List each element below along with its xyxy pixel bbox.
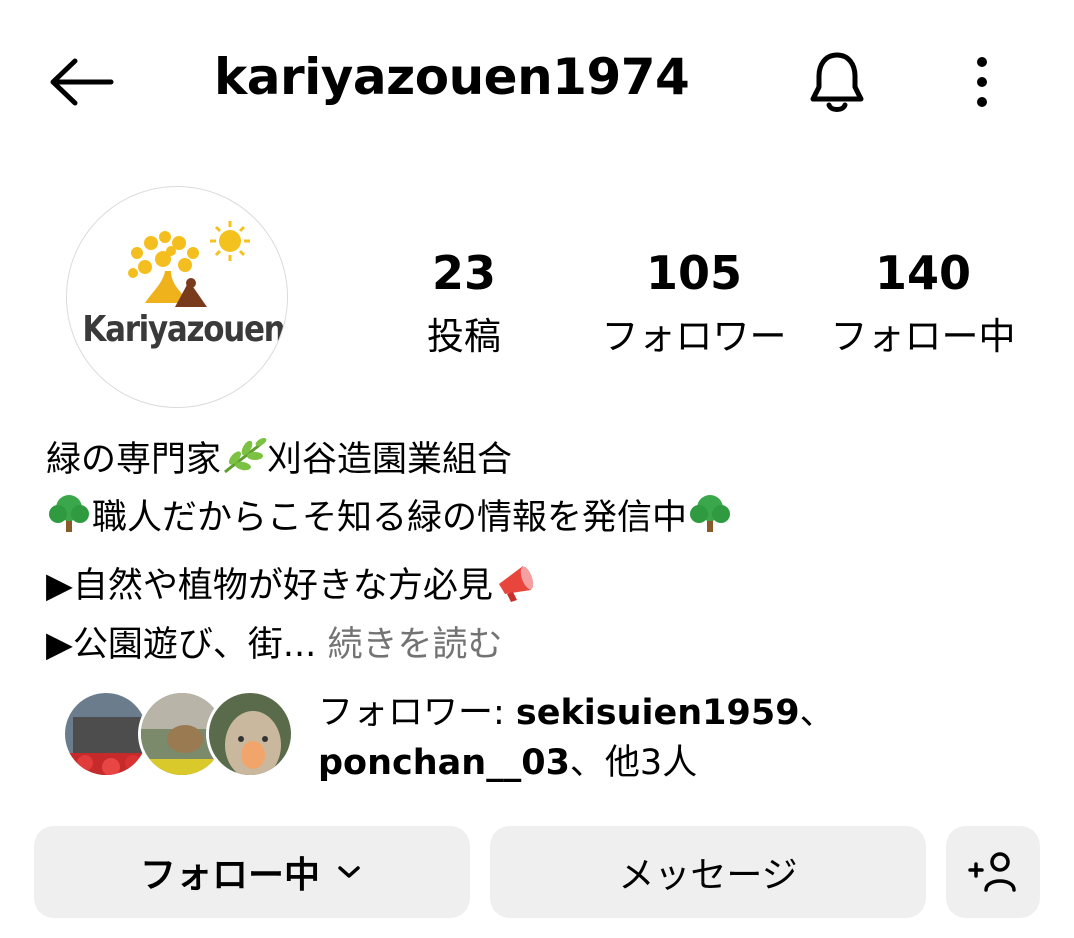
followed-by-prefix: フォロワー: — [318, 693, 516, 733]
followed-by-separator: 、 — [799, 693, 835, 733]
more-options-button[interactable] — [960, 50, 1004, 114]
followed-by-line-2[interactable]: ponchan__03、他3人 — [318, 746, 697, 781]
following-button[interactable]: フォロー中 — [34, 826, 470, 918]
bio-line-3: ▶自然や植物が好きな方必見 — [46, 560, 539, 604]
bio-text-1b: 刈谷造園業組合 — [267, 440, 513, 480]
followed-by-line-1[interactable]: フォロワー: sekisuien1959、 — [318, 696, 835, 731]
bio-line-1: 緑の専門家 刈谷造園業組合 — [46, 436, 512, 478]
read-more-link[interactable]: 続きを読む — [327, 625, 502, 665]
bio-line-2: 職人だからこそ知る緑の情報を発信中 — [46, 492, 733, 536]
stat-followers-label: フォロワー — [601, 315, 787, 358]
more-vertical-icon — [977, 57, 987, 107]
stat-following-label: フォロー中 — [830, 315, 1016, 358]
tree-icon-left — [49, 495, 89, 532]
followed-by-user-2[interactable]: ponchan__03 — [318, 743, 570, 783]
bio-text-3: ▶自然や植物が好きな方必見 — [46, 566, 493, 606]
followed-by-suffix: 、他3人 — [569, 743, 698, 783]
follower-avatar-1[interactable] — [62, 690, 150, 778]
stat-posts-value: 23 — [431, 246, 496, 300]
notifications-button[interactable] — [800, 46, 874, 120]
stat-posts[interactable]: 23 投稿 — [359, 250, 569, 355]
back-button[interactable] — [40, 52, 120, 112]
message-button-label: メッセージ — [618, 855, 798, 896]
followed-by-user-1[interactable]: sekisuien1959 — [516, 693, 800, 733]
stat-following[interactable]: 140 フォロー中 — [818, 250, 1028, 355]
profile-username-title: kariyazouen1974 — [214, 48, 690, 106]
person-add-icon — [968, 852, 1016, 892]
tree-icon-right — [690, 495, 731, 532]
stat-followers[interactable]: 105 フォロワー — [589, 250, 799, 355]
arrow-left-icon — [50, 58, 114, 106]
bio-text-4: ▶公園遊び、街... — [46, 625, 317, 665]
stat-followers-value: 105 — [645, 246, 743, 300]
bio-text-1a: 緑の専門家 — [46, 440, 222, 480]
herb-icon — [224, 438, 267, 474]
stat-posts-label: 投稿 — [427, 315, 501, 358]
megaphone-icon — [498, 566, 534, 602]
bio-line-4: ▶公園遊び、街... 続きを読む — [46, 628, 502, 663]
chevron-down-icon — [338, 866, 360, 878]
follower-avatar-3[interactable] — [206, 690, 294, 778]
message-button[interactable]: メッセージ — [490, 826, 926, 918]
suggest-people-button[interactable] — [946, 826, 1040, 918]
profile-avatar[interactable]: Kariyazouen — [66, 186, 288, 408]
bell-icon — [810, 52, 864, 112]
tree-logo-icon — [128, 221, 250, 307]
avatar-logo-text: Kariyazouen — [82, 309, 285, 350]
bio-text-2: 職人だからこそ知る緑の情報を発信中 — [92, 498, 688, 538]
stat-following-value: 140 — [874, 246, 972, 300]
following-button-label: フォロー中 — [139, 855, 320, 896]
